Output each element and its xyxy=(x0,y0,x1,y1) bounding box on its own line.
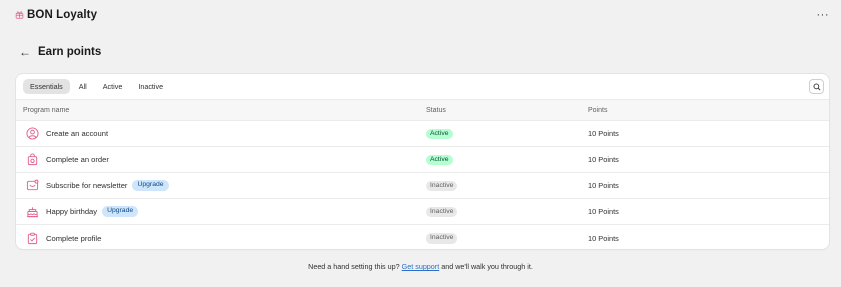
program-name: Happy birthday xyxy=(46,207,98,216)
upgrade-badge[interactable]: Upgrade xyxy=(132,180,169,191)
column-points: Points xyxy=(588,106,608,114)
tab-essentials[interactable]: Essentials xyxy=(23,78,70,95)
footer-text-after: and we'll walk you through it. xyxy=(439,262,533,271)
status-cell: Inactive xyxy=(426,180,458,192)
app-name: BON Loyalty xyxy=(27,9,98,21)
user-circle-icon xyxy=(25,127,39,141)
program-name: Subscribe for newsletter xyxy=(46,181,128,190)
newsletter-icon xyxy=(25,179,39,193)
footer-text-before: Need a hand setting this up? xyxy=(308,262,402,271)
points-value: 10 Points xyxy=(588,207,619,216)
table-row[interactable]: Complete an order Active 10 Points xyxy=(16,147,829,173)
table-header: Program name Status Points xyxy=(16,99,829,121)
points-value: 10 Points xyxy=(588,181,619,190)
help-footer: Need a hand setting this up? Get support… xyxy=(0,262,841,271)
table-row[interactable]: Create an account Active 10 Points xyxy=(16,121,829,147)
points-value: 10 Points xyxy=(588,129,619,138)
program-name: Complete an order xyxy=(46,155,109,164)
table-row[interactable]: Complete profile Inactive 10 Points xyxy=(16,225,829,249)
row-name-cell: Subscribe for newsletter Upgrade xyxy=(25,179,169,193)
status-cell: Inactive xyxy=(426,232,458,244)
status-cell: Active xyxy=(426,154,453,166)
points-value: 10 Points xyxy=(588,233,619,243)
points-value: 10 Points xyxy=(588,155,619,164)
row-name-cell: Complete an order xyxy=(25,153,109,167)
table-row[interactable]: Subscribe for newsletter Upgrade Inactiv… xyxy=(16,173,829,199)
status-badge: Inactive xyxy=(426,180,458,192)
birthday-cake-icon xyxy=(25,205,39,219)
status-badge: Active xyxy=(426,128,453,140)
tab-active[interactable]: Active xyxy=(96,79,130,94)
row-name-cell: Happy birthday Upgrade xyxy=(25,205,139,219)
status-badge: Inactive xyxy=(426,206,458,218)
programs-card: Essentials All Active Inactive Program n… xyxy=(16,74,829,249)
back-arrow-icon[interactable]: ← xyxy=(19,46,31,58)
search-icon xyxy=(813,83,821,91)
column-program-name: Program name xyxy=(23,106,70,114)
status-badge: Active xyxy=(426,154,453,166)
tab-inactive[interactable]: Inactive xyxy=(131,79,170,94)
page-header: ← Earn points xyxy=(19,43,101,61)
row-name-cell: Complete profile xyxy=(25,231,101,245)
filter-tabs: Essentials All Active Inactive xyxy=(16,74,829,99)
column-status: Status xyxy=(426,106,446,114)
more-actions-button[interactable]: ··· xyxy=(817,9,830,21)
search-button[interactable] xyxy=(809,79,824,94)
tab-all[interactable]: All xyxy=(72,79,94,94)
programs-list: Create an account Active 10 Points Compl… xyxy=(16,121,829,249)
status-badge: Inactive xyxy=(426,233,458,244)
program-name: Create an account xyxy=(46,129,109,138)
status-cell: Inactive xyxy=(426,206,458,218)
shopping-bag-icon xyxy=(25,153,39,167)
clipboard-check-icon xyxy=(25,231,39,245)
program-name: Complete profile xyxy=(46,233,102,243)
app-title: BON Loyalty xyxy=(15,9,97,21)
top-bar: BON Loyalty ··· xyxy=(0,0,841,30)
table-row[interactable]: Happy birthday Upgrade Inactive 10 Point… xyxy=(16,199,829,225)
status-cell: Active xyxy=(426,128,453,140)
gift-icon xyxy=(15,10,24,21)
page-title: Earn points xyxy=(38,46,102,58)
get-support-link[interactable]: Get support xyxy=(402,262,440,271)
row-name-cell: Create an account xyxy=(25,127,108,141)
upgrade-badge[interactable]: Upgrade xyxy=(102,206,139,217)
